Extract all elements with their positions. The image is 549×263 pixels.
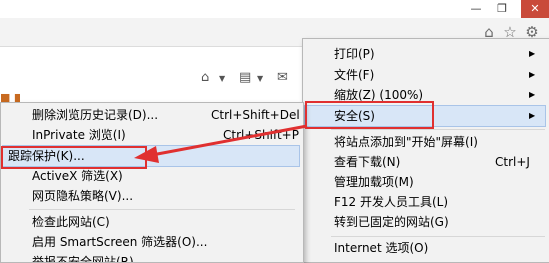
annotation-arrow-icon: [134, 124, 308, 163]
